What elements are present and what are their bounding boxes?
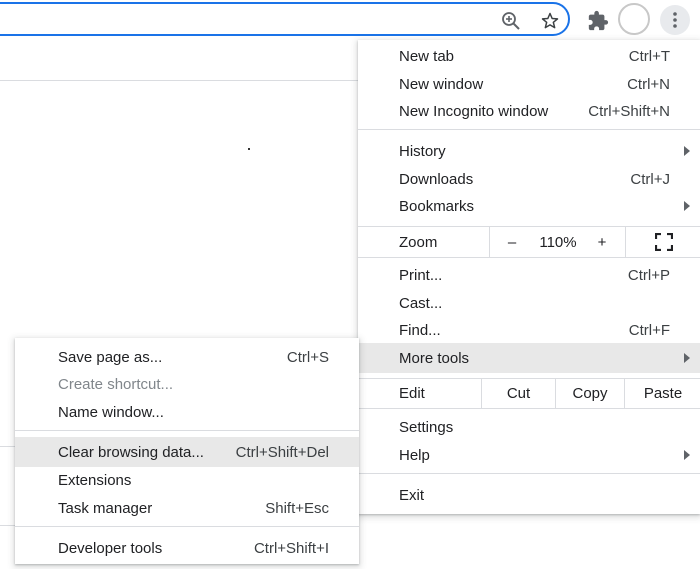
menu-item-label: History — [399, 142, 446, 160]
menu-item-shortcut: Ctrl+Shift+N — [588, 102, 670, 120]
zoom-out-label: – — [507, 233, 517, 251]
menu-item-label: Downloads — [399, 170, 474, 188]
menu-separator — [358, 408, 700, 409]
menu-item-more-tools[interactable]: More tools — [358, 343, 700, 373]
submenu-item-task-manager[interactable]: Task manager Shift+Esc — [15, 494, 359, 522]
edit-label: Edit — [399, 384, 425, 402]
more-tools-submenu: Save page as... Ctrl+S Create shortcut..… — [15, 338, 359, 564]
menu-item-label: Settings — [399, 418, 454, 436]
menu-item-label: Task manager — [58, 499, 153, 517]
page-content — [248, 148, 250, 150]
menu-edit-row: Edit Cut Copy Paste — [358, 378, 700, 408]
kebab-menu-icon[interactable] — [660, 5, 690, 35]
menu-item-shortcut: Ctrl+Shift+Del — [235, 443, 329, 461]
submenu-item-developer-tools[interactable]: Developer tools Ctrl+Shift+I — [15, 534, 359, 562]
zoom-icon[interactable] — [499, 9, 523, 33]
menu-item-label: Exit — [399, 486, 425, 504]
menu-item-settings[interactable]: Settings — [358, 413, 700, 441]
submenu-arrow-icon — [684, 201, 690, 211]
menu-separator — [358, 257, 700, 258]
menu-item-label: Developer tools — [58, 539, 163, 557]
menu-item-label: Create shortcut... — [58, 375, 174, 393]
menu-item-new-window[interactable]: New window Ctrl+N — [358, 70, 700, 98]
browser-toolbar — [0, 0, 700, 42]
menu-item-label: More tools — [399, 349, 470, 367]
menu-item-label: Save page as... — [58, 348, 163, 366]
menu-item-label: Cast... — [399, 294, 443, 312]
submenu-item-create-shortcut[interactable]: Create shortcut... — [15, 370, 359, 398]
submenu-arrow-icon — [684, 146, 690, 156]
menu-item-shortcut: Ctrl+T — [628, 47, 670, 65]
zoom-label: Zoom — [399, 233, 438, 251]
menu-zoom-row: Zoom – 110% + — [358, 227, 700, 257]
menu-item-print[interactable]: Print... Ctrl+P — [358, 261, 700, 289]
menu-item-bookmarks[interactable]: Bookmarks — [358, 192, 700, 220]
menu-item-history[interactable]: History — [358, 137, 700, 165]
fullscreen-button[interactable] — [625, 227, 700, 257]
paste-label: Paste — [643, 384, 683, 402]
menu-separator — [358, 473, 700, 474]
menu-item-label: Extensions — [58, 471, 132, 489]
menu-item-shortcut: Ctrl+F — [628, 321, 670, 339]
menu-item-label: Name window... — [58, 403, 164, 421]
menu-item-cast[interactable]: Cast... — [358, 289, 700, 317]
copy-label: Copy — [572, 384, 608, 402]
copy-button[interactable]: Copy — [555, 378, 624, 408]
menu-item-find[interactable]: Find... Ctrl+F — [358, 316, 700, 344]
zoom-level: 110% — [534, 227, 582, 257]
zoom-value: 110% — [539, 233, 577, 251]
menu-item-shortcut: Ctrl+P — [627, 266, 670, 284]
profile-avatar[interactable] — [618, 3, 650, 35]
menu-item-shortcut: Ctrl+J — [630, 170, 670, 188]
chrome-main-menu: New tab Ctrl+T New window Ctrl+N New Inc… — [358, 40, 700, 514]
zoom-in-button[interactable]: + — [582, 227, 622, 257]
submenu-item-extensions[interactable]: Extensions — [15, 466, 359, 494]
menu-separator — [15, 430, 359, 431]
menu-separator — [15, 526, 359, 527]
zoom-in-label: + — [597, 233, 607, 251]
menu-separator — [358, 129, 700, 130]
menu-item-shortcut: Ctrl+Shift+I — [253, 539, 329, 557]
zoom-out-button[interactable]: – — [489, 227, 534, 257]
menu-item-label: Bookmarks — [399, 197, 475, 215]
menu-item-label: Help — [399, 446, 430, 464]
menu-item-shortcut: Ctrl+N — [627, 75, 670, 93]
submenu-item-save-page[interactable]: Save page as... Ctrl+S — [15, 343, 359, 371]
paste-button[interactable]: Paste — [624, 378, 700, 408]
submenu-arrow-icon — [684, 450, 690, 460]
menu-item-label: New window — [399, 75, 484, 93]
menu-item-new-incognito[interactable]: New Incognito window Ctrl+Shift+N — [358, 97, 700, 125]
menu-item-downloads[interactable]: Downloads Ctrl+J — [358, 165, 700, 193]
cut-label: Cut — [506, 384, 531, 402]
submenu-item-clear-browsing-data[interactable]: Clear browsing data... Ctrl+Shift+Del — [15, 437, 359, 467]
menu-item-label: New tab — [399, 47, 455, 65]
menu-item-shortcut: Ctrl+S — [286, 348, 329, 366]
fullscreen-icon — [654, 233, 673, 251]
menu-item-help[interactable]: Help — [358, 441, 700, 469]
bookmarks-bar-divider — [0, 80, 360, 81]
menu-item-new-tab[interactable]: New tab Ctrl+T — [358, 42, 700, 70]
menu-item-label: Print... — [399, 266, 443, 284]
bookmark-star-icon[interactable] — [538, 9, 562, 33]
menu-item-label: Clear browsing data... — [58, 443, 204, 461]
address-bar[interactable] — [0, 2, 570, 36]
menu-item-label: New Incognito window — [399, 102, 549, 120]
menu-item-shortcut: Shift+Esc — [265, 499, 329, 517]
menu-item-exit[interactable]: Exit — [358, 481, 700, 509]
menu-item-label: Find... — [399, 321, 441, 339]
submenu-item-name-window[interactable]: Name window... — [15, 398, 359, 426]
extensions-puzzle-icon[interactable] — [586, 9, 610, 33]
browser-window: New tab Ctrl+T New window Ctrl+N New Inc… — [0, 0, 700, 569]
cut-button[interactable]: Cut — [481, 378, 555, 408]
submenu-arrow-icon — [684, 353, 690, 363]
